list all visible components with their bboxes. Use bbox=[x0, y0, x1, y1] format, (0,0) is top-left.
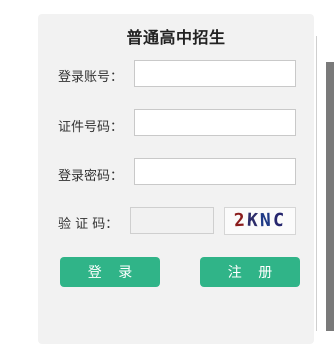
password-label: 登录密码： bbox=[58, 169, 124, 184]
id-number-label: 证件号码： bbox=[58, 120, 124, 135]
captcha-char: K bbox=[246, 209, 261, 232]
captcha-image[interactable]: 2KNC bbox=[224, 207, 296, 235]
divider-line bbox=[316, 36, 317, 331]
page-title: 普通高中招生 bbox=[126, 28, 226, 47]
captcha-char: C bbox=[272, 209, 287, 232]
account-input[interactable] bbox=[134, 60, 296, 87]
captcha-char: N bbox=[259, 209, 274, 232]
captcha-label: 验 证 码： bbox=[58, 217, 119, 232]
captcha-input[interactable] bbox=[130, 207, 214, 234]
id-number-input[interactable] bbox=[134, 109, 296, 136]
login-button[interactable]: 登 录 bbox=[60, 257, 160, 287]
account-label: 登录账号： bbox=[58, 70, 124, 85]
password-input[interactable] bbox=[134, 158, 296, 185]
scrollbar[interactable] bbox=[326, 62, 334, 331]
register-button[interactable]: 注 册 bbox=[200, 257, 300, 287]
